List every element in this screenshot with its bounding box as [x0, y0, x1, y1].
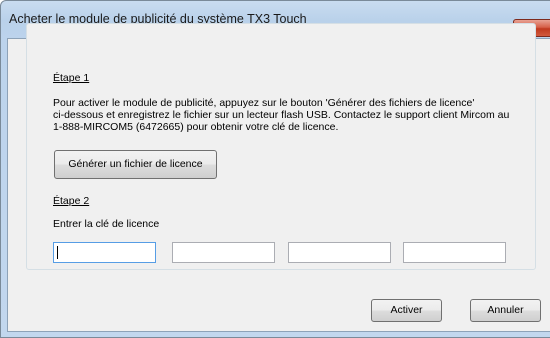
license-key-field-3[interactable]: [288, 242, 391, 263]
activate-button[interactable]: Activer: [371, 299, 442, 322]
license-group-box: [26, 23, 536, 270]
step1-description-line: ci-dessous et enregistrez le fichier sur…: [53, 109, 510, 121]
generate-license-file-button[interactable]: Générer un fichier de licence: [54, 150, 217, 179]
license-key-field-4[interactable]: [403, 242, 506, 263]
step1-description-line: 1-888-MIRCOM5 (6472665) pour obtenir vot…: [53, 121, 339, 133]
cancel-button[interactable]: Annuler: [470, 299, 541, 322]
text-caret: [57, 246, 58, 259]
step1-heading: Étape 1: [53, 72, 90, 84]
license-key-field-1[interactable]: [53, 242, 156, 263]
step2-heading: Étape 2: [53, 195, 90, 207]
step1-description-line: Pour activer le module de publicité, app…: [53, 97, 475, 109]
step1-description: Pour activer le module de publicité, app…: [53, 97, 545, 133]
license-key-field-2[interactable]: [172, 242, 275, 263]
license-key-prompt: Entrer la clé de licence: [53, 218, 160, 230]
